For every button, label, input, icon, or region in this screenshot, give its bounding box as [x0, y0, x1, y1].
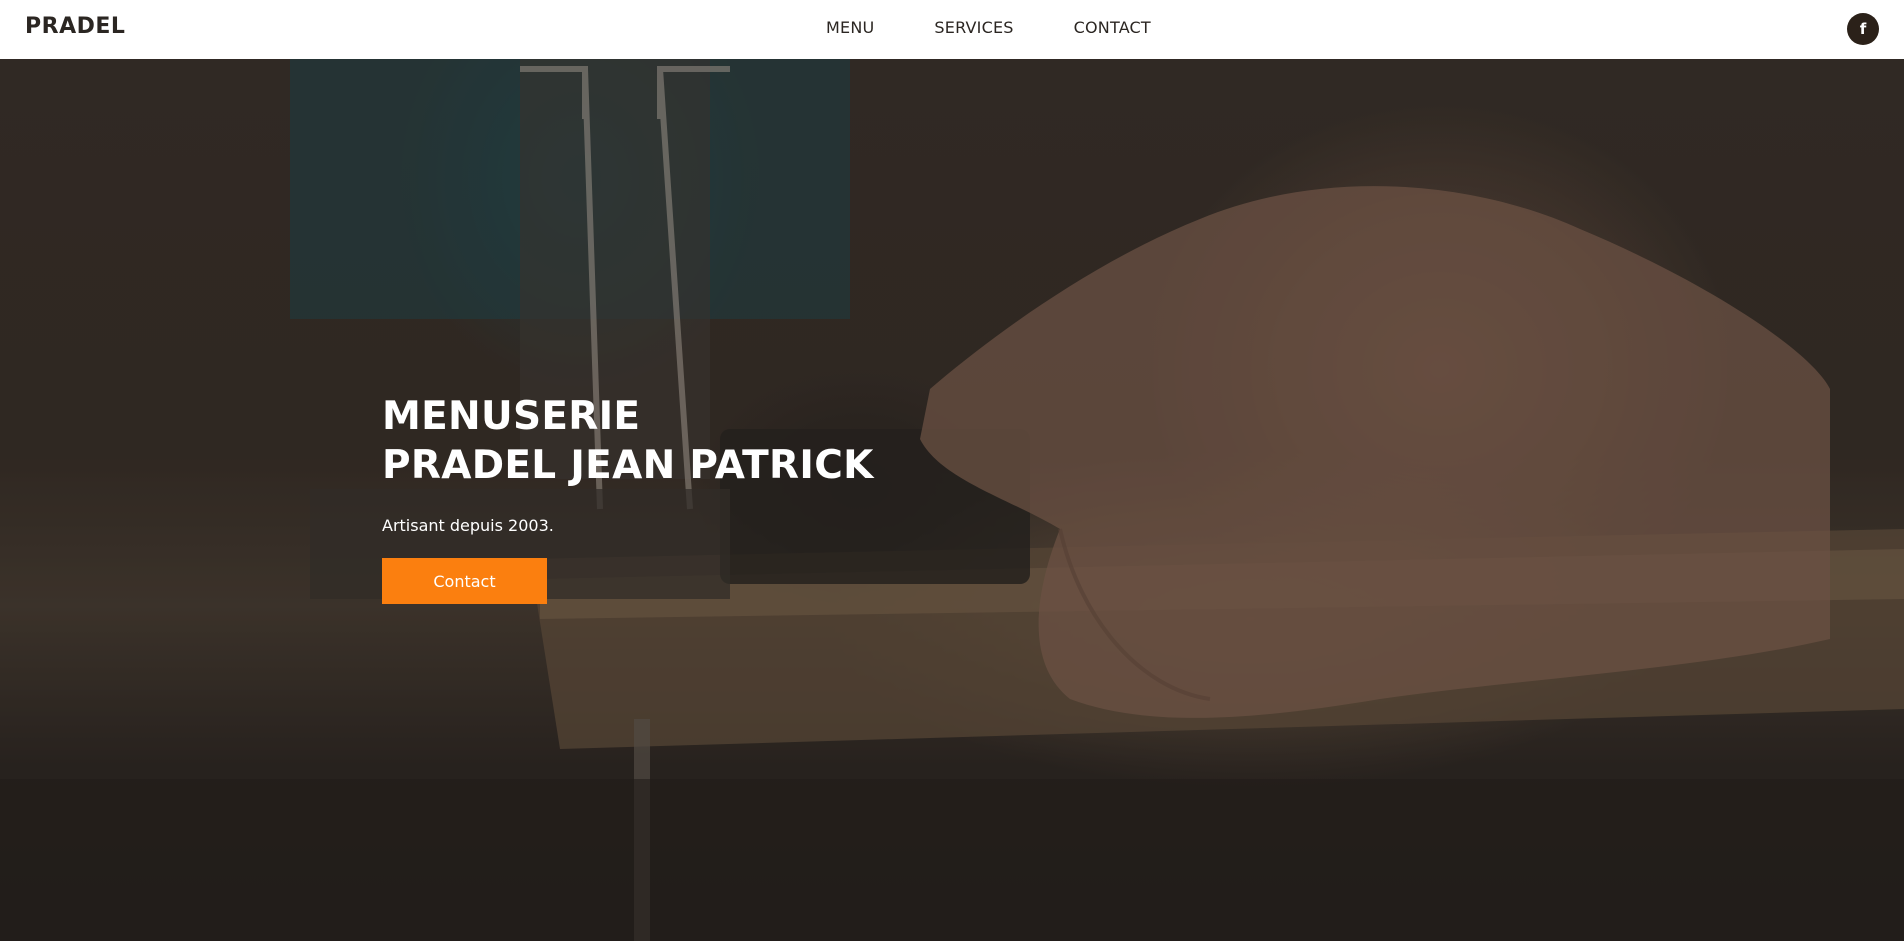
nav-link-services[interactable]: SERVICES: [934, 18, 1013, 37]
hero-title: MENUSERIE PRADEL JEAN PATRICK: [382, 392, 1282, 490]
hero-subtitle: Artisant depuis 2003.: [382, 516, 554, 535]
nav-link-menu[interactable]: MENU: [826, 18, 874, 37]
facebook-button[interactable]: f: [1847, 13, 1879, 45]
hero-section: MENUSERIE PRADEL JEAN PATRICK Artisant d…: [0, 59, 1904, 941]
hero-title-line-2: PRADEL JEAN PATRICK: [382, 443, 874, 488]
hero-title-line-1: MENUSERIE: [382, 394, 641, 439]
site-logo[interactable]: PRADEL: [25, 14, 125, 39]
facebook-icon: f: [1859, 19, 1867, 38]
nav-link-contact[interactable]: CONTACT: [1074, 18, 1151, 37]
hero-content: MENUSERIE PRADEL JEAN PATRICK Artisant d…: [382, 392, 1282, 604]
contact-button[interactable]: Contact: [382, 558, 547, 604]
main-nav: MENU SERVICES CONTACT: [826, 18, 1151, 37]
top-navigation-bar: PRADEL MENU SERVICES CONTACT f: [0, 0, 1904, 59]
